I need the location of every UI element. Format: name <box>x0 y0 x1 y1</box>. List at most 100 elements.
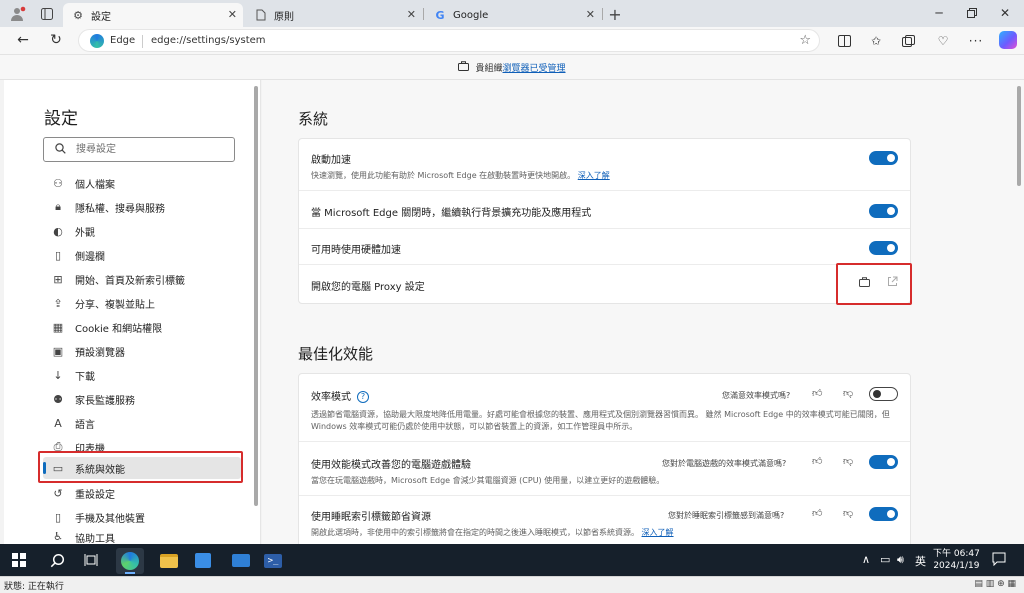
minimize-icon[interactable]: ─ <box>928 4 950 22</box>
divider <box>142 35 143 48</box>
close-icon[interactable]: ✕ <box>586 8 595 21</box>
network-icon[interactable]: ▭ <box>880 553 890 566</box>
gaming-mode-toggle[interactable] <box>869 455 898 469</box>
powershell-icon[interactable]: >_ <box>264 554 282 568</box>
performance-card: 效率模式? 您滿意效率模式嗎? 👍︎ 👎︎ 透過節省電腦資源，協助最大限度地降低… <box>298 373 911 553</box>
sidebar-item-label: 重設設定 <box>75 489 115 501</box>
sidebar-item-privacy[interactable]: 🔒︎ 隱私權、搜尋與服務 <box>43 196 241 218</box>
url-text[interactable]: edge://settings/system <box>151 35 266 46</box>
learn-more-link[interactable]: 深入了解 <box>642 528 674 537</box>
new-tab-icon[interactable]: + <box>605 4 625 24</box>
sidebar-item-phone[interactable]: ▯ 手機及其他裝置 <box>43 506 241 528</box>
system-clock[interactable]: 下午 06:47 2024/1/19 <box>933 548 980 572</box>
sidebar-item-cookies[interactable]: ▦ Cookie 和網站權限 <box>43 316 241 338</box>
settings-title: 設定 <box>44 109 78 129</box>
sidebar-item-accessibility[interactable]: ♿︎ 協助工具 <box>43 530 241 544</box>
back-icon[interactable]: ← <box>12 30 34 50</box>
tab-google[interactable]: G Google ✕ <box>425 3 601 27</box>
tab-label: Google <box>453 9 489 21</box>
favorite-star-icon[interactable]: ☆ <box>799 33 811 48</box>
startup-boost-toggle[interactable] <box>869 151 898 165</box>
section-title-system: 系統 <box>298 110 329 128</box>
notification-icon[interactable] <box>992 552 1006 569</box>
setting-desc-text: 開啟此選項時，非使用中的索引標籤將會在指定的時間之後進入睡眠模式，以節省系統資源… <box>311 528 639 537</box>
status-tray-icons: ▤ ▥ ⊕ ▦ <box>974 579 1016 589</box>
clock-time: 下午 06:47 <box>933 549 980 559</box>
tab-separator <box>602 8 603 20</box>
sidebar-item-profiles[interactable]: ⚇ 個人檔案 <box>43 172 241 194</box>
settings-search[interactable] <box>43 137 235 162</box>
main-scrollbar[interactable] <box>1017 86 1021 186</box>
ime-indicator[interactable]: 英 <box>915 553 926 569</box>
sidebar-item-share-copy[interactable]: ⇪ 分享、複製並貼上 <box>43 292 241 314</box>
close-icon[interactable]: ✕ <box>228 8 237 21</box>
setting-title-text: 效率模式 <box>311 392 351 403</box>
sleeping-tabs-toggle[interactable] <box>869 507 898 521</box>
thumbs-up-icon[interactable]: 👍︎ <box>812 387 822 399</box>
sidebar-item-start-home[interactable]: ⊞ 開始、首頁及新索引標籤 <box>43 268 241 290</box>
managed-link[interactable]: 瀏覽器已受管理 <box>503 61 566 74</box>
browser-essentials-icon[interactable]: ♡ <box>933 31 953 51</box>
clock-date: 2024/1/19 <box>933 561 980 571</box>
thumbs-down-icon[interactable]: 👎︎ <box>843 455 853 467</box>
thumbs-up-icon[interactable]: 👍︎ <box>812 455 822 467</box>
tab-actions-icon[interactable] <box>37 4 57 24</box>
sidebar-item-label: 協助工具 <box>75 534 115 544</box>
sidebar-item-default-browser[interactable]: ▣ 預設瀏覽器 <box>43 340 241 362</box>
download-icon: ↓ <box>53 368 63 382</box>
setting-row-hardware-acceleration: 可用時使用硬體加速 <box>299 229 910 265</box>
address-bar[interactable]: Edge edge://settings/system ☆ <box>78 29 820 52</box>
hardware-acceleration-toggle[interactable] <box>869 241 898 255</box>
setting-title: 開啟您的電腦 Proxy 設定 <box>311 282 425 293</box>
tab-policy[interactable]: 原則 ✕ <box>246 3 422 27</box>
chevron-up-icon[interactable]: ∧ <box>862 553 870 566</box>
volume-icon[interactable]: 🔊︎ <box>897 553 904 567</box>
thumbs-up-icon[interactable]: 👍︎ <box>812 507 822 519</box>
tab-settings[interactable]: ⚙ 設定 ✕ <box>63 3 243 27</box>
background-apps-toggle[interactable] <box>869 204 898 218</box>
copilot-icon[interactable] <box>999 31 1017 49</box>
search-icon[interactable] <box>47 550 67 570</box>
restore-icon[interactable] <box>961 4 983 22</box>
efficiency-mode-toggle[interactable] <box>869 387 898 401</box>
close-icon[interactable]: ✕ <box>407 8 416 21</box>
tab-strip: ⚙ 設定 ✕ 原則 ✕ G Google ✕ + ─ ✕ <box>0 0 1024 27</box>
browser-icon: ▣ <box>52 344 64 358</box>
appearance-icon: ◐ <box>53 224 63 238</box>
gear-icon: ⚙ <box>73 8 83 22</box>
split-screen-icon[interactable] <box>834 31 854 51</box>
store-icon[interactable] <box>195 553 211 568</box>
sidebar-item-family[interactable]: ⚉ 家長監護服務 <box>43 388 241 410</box>
task-view-icon[interactable] <box>81 550 101 570</box>
collections-icon[interactable] <box>898 31 918 51</box>
thumbs-down-icon[interactable]: 👎︎ <box>843 387 853 399</box>
help-icon[interactable]: ? <box>357 391 369 403</box>
sidebar-item-reset[interactable]: ↺ 重設設定 <box>43 482 241 504</box>
lock-icon: 🔒︎ <box>55 200 61 213</box>
file-explorer-icon[interactable] <box>160 554 178 568</box>
family-icon: ⚉ <box>53 392 63 406</box>
edge-taskbar-icon[interactable] <box>121 552 139 570</box>
sidebar-item-sidebar[interactable]: ▯ 側邊欄 <box>43 244 241 266</box>
thumbs-down-icon[interactable]: 👎︎ <box>843 507 853 519</box>
mail-icon[interactable] <box>232 554 250 567</box>
sidebar-item-languages[interactable]: A 語言 <box>43 412 241 434</box>
setting-title: 可用時使用硬體加速 <box>311 245 401 256</box>
learn-more-link[interactable]: 深入了解 <box>578 171 610 180</box>
sidebar-item-appearance[interactable]: ◐ 外觀 <box>43 220 241 242</box>
sidebar-item-label: 側邊欄 <box>75 251 105 263</box>
refresh-icon[interactable]: ↻ <box>45 30 67 50</box>
tab-separator <box>423 8 424 20</box>
sidebar-item-downloads[interactable]: ↓ 下載 <box>43 364 241 386</box>
start-button-icon[interactable] <box>12 553 26 567</box>
search-icon <box>55 143 66 157</box>
favorites-icon[interactable]: ✩ <box>866 31 886 51</box>
sidebar-scrollbar[interactable] <box>254 86 258 506</box>
more-options-icon[interactable]: ··· <box>966 31 986 51</box>
managed-notice-bar: 貴組織 瀏覽器已受管理 <box>0 54 1024 80</box>
briefcase-icon <box>458 60 470 74</box>
close-window-icon[interactable]: ✕ <box>994 4 1016 22</box>
search-input[interactable] <box>76 142 226 157</box>
setting-row-proxy[interactable]: 開啟您的電腦 Proxy 設定 <box>299 265 910 303</box>
profile-avatar-icon[interactable] <box>8 4 28 24</box>
